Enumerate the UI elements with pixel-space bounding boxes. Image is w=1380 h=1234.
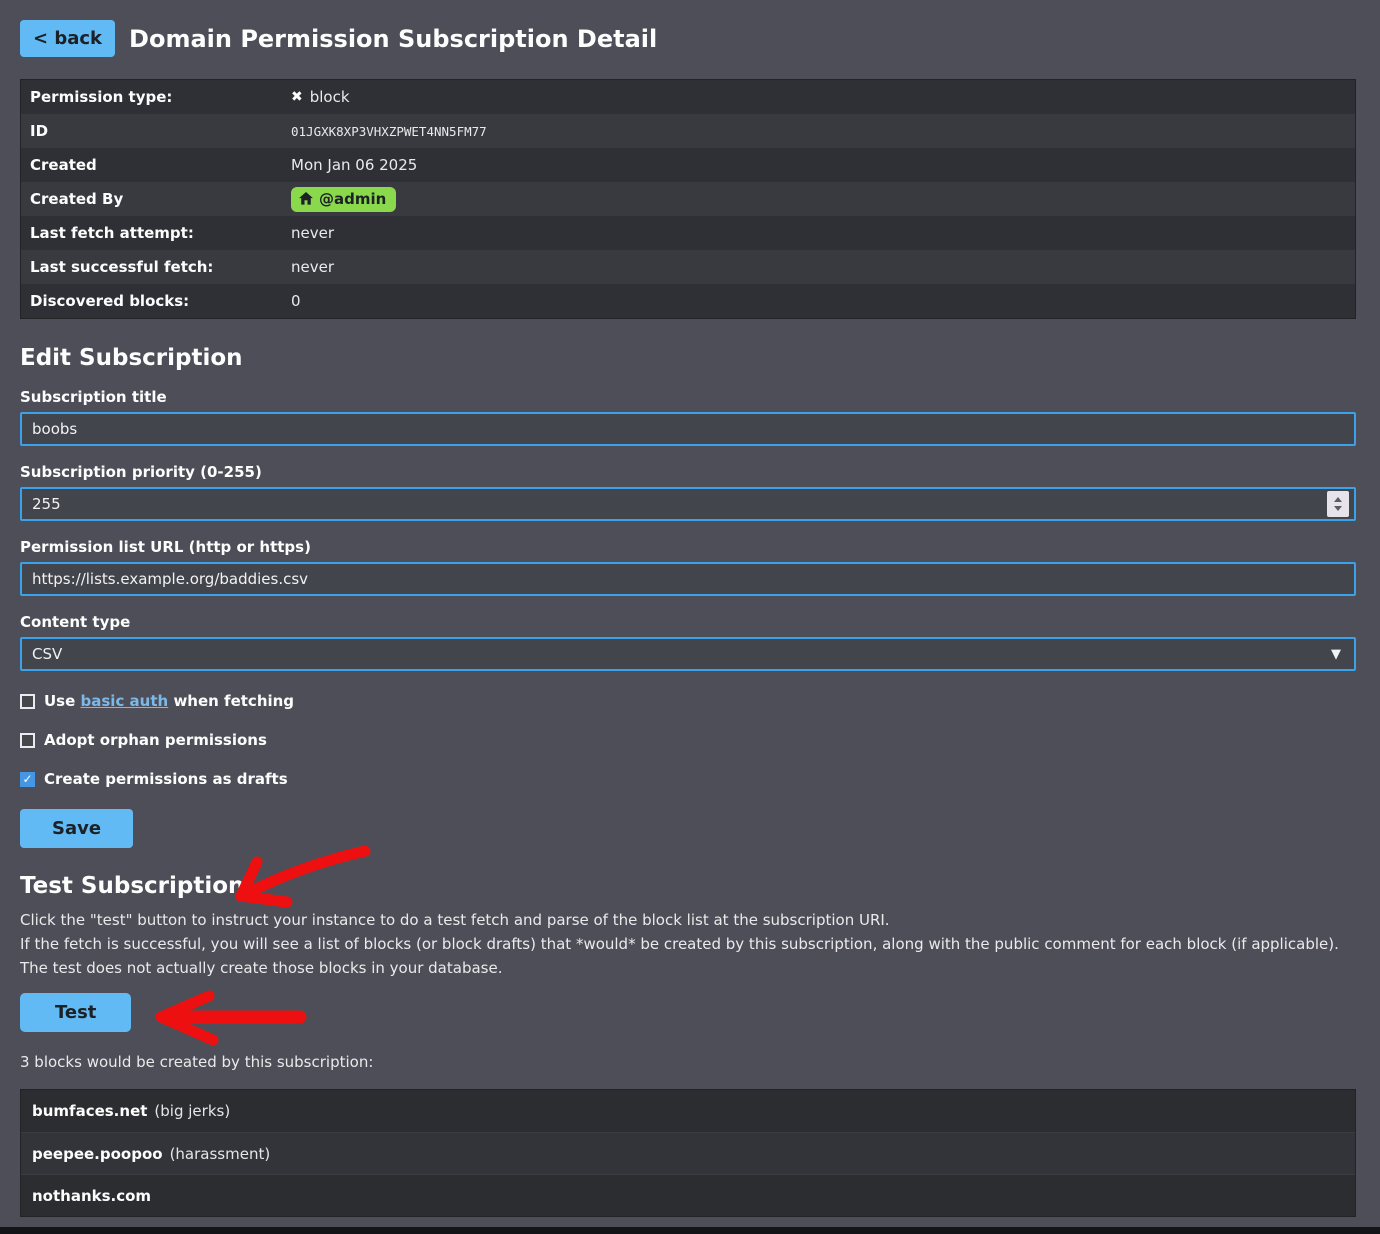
created-by-username: @admin xyxy=(319,190,386,208)
basic-auth-checkbox[interactable]: ✓ xyxy=(20,694,35,709)
block-comment: (harassment) xyxy=(170,1145,271,1163)
info-value: ✖ block xyxy=(291,88,350,106)
created-date-value: Mon Jan 06 2025 xyxy=(291,156,417,174)
priority-value: 255 xyxy=(32,495,1327,513)
info-row-created-by: Created By @admin xyxy=(21,182,1355,216)
test-description-line: If the fetch is successful, you will see… xyxy=(20,932,1356,956)
drafts-checkbox-row: ✓ Create permissions as drafts xyxy=(20,770,1356,788)
subscription-info-table: Permission type: ✖ block ID 01JGXK8XP3VH… xyxy=(20,79,1356,319)
basic-auth-checkbox-row: ✓ Use basic auth when fetching xyxy=(20,692,1356,710)
subscription-priority-input[interactable]: 255 xyxy=(20,487,1356,521)
test-result-summary: 3 blocks would be created by this subscr… xyxy=(20,1053,1356,1071)
adopt-orphans-checkbox[interactable]: ✓ xyxy=(20,733,35,748)
info-label: Last successful fetch: xyxy=(21,258,291,276)
info-label: Discovered blocks: xyxy=(21,292,291,310)
basic-auth-label: Use basic auth when fetching xyxy=(44,692,294,710)
bottom-bar xyxy=(0,1227,1380,1234)
info-label: Created By xyxy=(21,190,291,208)
block-list-item: peepee.poopoo (harassment) xyxy=(21,1132,1355,1174)
basic-auth-link[interactable]: basic auth xyxy=(81,692,169,710)
drafts-checkbox[interactable]: ✓ xyxy=(20,772,35,787)
info-row-created: Created Mon Jan 06 2025 xyxy=(21,148,1355,182)
info-label: Permission type: xyxy=(21,88,291,106)
test-result-blocks-list: bumfaces.net (big jerks) peepee.poopoo (… xyxy=(20,1089,1356,1217)
block-comment: (big jerks) xyxy=(154,1102,230,1120)
subscription-id-value: 01JGXK8XP3VHXZPWET4NN5FM77 xyxy=(291,124,487,139)
block-domain: peepee.poopoo xyxy=(32,1145,163,1163)
adopt-orphans-label: Adopt orphan permissions xyxy=(44,731,267,749)
block-list-item: nothanks.com xyxy=(21,1174,1355,1216)
permission-list-url-label: Permission list URL (http or https) xyxy=(20,538,1356,556)
stepper-up-icon[interactable] xyxy=(1334,497,1342,502)
content-type-value: CSV xyxy=(32,645,1331,663)
test-description: Click the "test" button to instruct your… xyxy=(20,908,1356,980)
discovered-blocks-value: 0 xyxy=(291,292,301,310)
adopt-orphans-checkbox-row: ✓ Adopt orphan permissions xyxy=(20,731,1356,749)
test-button[interactable]: Test xyxy=(20,993,131,1032)
back-button[interactable]: < back xyxy=(20,20,115,57)
page-header: < back Domain Permission Subscription De… xyxy=(20,20,1356,57)
test-description-line: The test does not actually create those … xyxy=(20,956,1356,980)
content-type-select[interactable]: CSV ▼ xyxy=(20,637,1356,671)
info-row-last-successful-fetch: Last successful fetch: never xyxy=(21,250,1355,284)
test-description-line: Click the "test" button to instruct your… xyxy=(20,908,1356,932)
info-label: Created xyxy=(21,156,291,174)
domain-permission-subscription-detail-page: < back Domain Permission Subscription De… xyxy=(0,0,1380,1217)
subscription-title-label: Subscription title xyxy=(20,388,1356,406)
permission-list-url-input[interactable] xyxy=(20,562,1356,596)
block-domain: bumfaces.net xyxy=(32,1102,147,1120)
info-row-id: ID 01JGXK8XP3VHXZPWET4NN5FM77 xyxy=(21,114,1355,148)
permission-type-value: block xyxy=(310,88,350,106)
page-title: Domain Permission Subscription Detail xyxy=(129,25,657,53)
content-type-label: Content type xyxy=(20,613,1356,631)
info-row-last-fetch-attempt: Last fetch attempt: never xyxy=(21,216,1355,250)
test-subscription-heading: Test Subscription xyxy=(20,873,1356,899)
save-button[interactable]: Save xyxy=(20,809,133,848)
stepper-down-icon[interactable] xyxy=(1334,506,1342,511)
last-successful-fetch-value: never xyxy=(291,258,334,276)
number-stepper[interactable] xyxy=(1327,491,1349,517)
created-by-badge[interactable]: @admin xyxy=(291,187,396,212)
subscription-priority-label: Subscription priority (0-255) xyxy=(20,463,1356,481)
home-icon xyxy=(299,192,313,205)
edit-subscription-heading: Edit Subscription xyxy=(20,345,1356,371)
block-x-icon: ✖ xyxy=(291,89,303,105)
drafts-label: Create permissions as drafts xyxy=(44,770,288,788)
info-row-discovered-blocks: Discovered blocks: 0 xyxy=(21,284,1355,318)
block-domain: nothanks.com xyxy=(32,1187,151,1205)
block-list-item: bumfaces.net (big jerks) xyxy=(21,1090,1355,1132)
info-value: @admin xyxy=(291,187,396,212)
info-label: ID xyxy=(21,122,291,140)
subscription-title-input[interactable] xyxy=(20,412,1356,446)
info-label: Last fetch attempt: xyxy=(21,224,291,242)
check-icon: ✓ xyxy=(22,773,32,785)
info-row-permission-type: Permission type: ✖ block xyxy=(21,80,1355,114)
last-fetch-attempt-value: never xyxy=(291,224,334,242)
chevron-down-icon: ▼ xyxy=(1331,647,1349,662)
